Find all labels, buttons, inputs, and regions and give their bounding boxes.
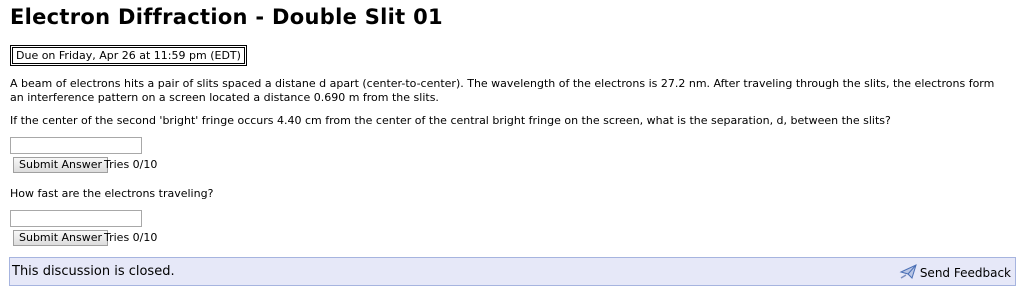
tries-counter-1: Tries 0/10 [104,158,158,171]
due-date-text: Due on Friday, Apr 26 at 11:59 pm (EDT) [12,47,245,64]
question-1-text: If the center of the second 'bright' fri… [10,114,891,127]
discussion-closed-text: This discussion is closed. [12,264,175,279]
question-2-text: How fast are the electrons traveling? [10,187,214,200]
discussion-bar: This discussion is closed. Send Feedback [9,257,1016,286]
submit-answer-button-1[interactable]: Submit Answer [13,157,109,173]
due-date-box: Due on Friday, Apr 26 at 11:59 pm (EDT) [10,45,247,66]
send-feedback-link[interactable]: Send Feedback [899,263,1011,284]
send-feedback-icon [899,263,920,284]
page-title: Electron Diffraction - Double Slit 01 [10,5,443,29]
problem-intro: A beam of electrons hits a pair of slits… [10,77,995,104]
submit-answer-button-2[interactable]: Submit Answer [13,230,109,246]
send-feedback-label[interactable]: Send Feedback [920,266,1011,281]
answer-input-2[interactable] [10,210,142,227]
answer-input-1[interactable] [10,137,142,154]
tries-counter-2: Tries 0/10 [104,231,158,244]
